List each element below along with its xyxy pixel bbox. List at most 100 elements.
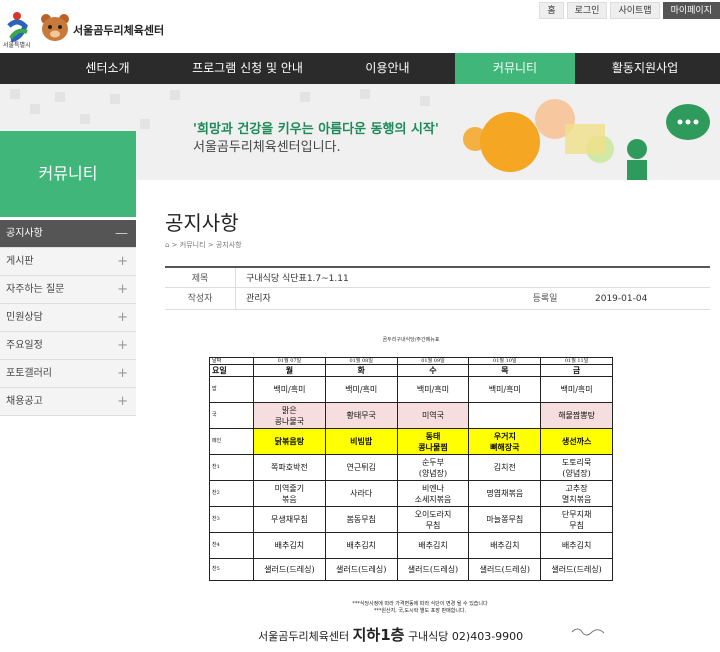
menu-row: 찬2 미역줄기 볶음 사라다 비엔나 소세지볶음 명엽채볶음 고추장 멸치볶음 (209, 480, 613, 507)
menu-cell: 미역국 (396, 402, 470, 429)
site-name: 서울곰두리체육센터 (73, 24, 165, 37)
row-label: 국 (209, 402, 254, 429)
main-nav: 센터소개 프로그램 신청 및 안내 이용안내 커뮤니티 활동지원사업 (0, 53, 720, 84)
menu-cell: 샐러드(드레싱) (540, 558, 613, 581)
menu-notes: ***식당사정에 따라 가격변동에 따라 식단이 변경 될 수 있습니다 ***… (300, 601, 540, 615)
collapse-icon: — (115, 226, 128, 241)
sidebar-item-label: 민원상담 (6, 312, 43, 323)
menu-cell: 연근튀김 (324, 454, 398, 481)
utility-nav: 홈 로그인 사이트맵 마이페이지 (539, 2, 720, 19)
sidebar-item-label: 공지사항 (6, 228, 43, 239)
post-subject: 구내식당 식단표1.7~1.11 (235, 268, 349, 290)
menu-cell: 봄동무침 (324, 506, 398, 533)
sidebar-item-schedule[interactable]: 주요일정 + (0, 332, 136, 360)
expand-icon: + (117, 282, 128, 297)
menu-row: 밥 백미/흑미 백미/흑미 백미/흑미 백미/흑미 백미/흑미 (209, 376, 613, 403)
sidebar-item-label: 채용공고 (6, 396, 43, 407)
menu-cell: 샐러드(드레싱) (396, 558, 470, 581)
menu-row: 메인 닭볶음탕 비빔밥 동태 콩나물찜 우거지 뼈해장국 생선까스 (209, 428, 613, 455)
nav-program[interactable]: 프로그램 신청 및 안내 (175, 53, 320, 84)
menu-cell: 명엽채볶음 (468, 480, 542, 507)
menu-cell: 백미/흑미 (540, 376, 613, 403)
post-author: 관리자 (235, 288, 271, 310)
menu-row: 찬5 샐러드(드레싱) 샐러드(드레싱) 샐러드(드레싱) 샐러드(드레싱) 샐러드(드레… (209, 558, 613, 581)
day-row: 요일 월 화 수 목 금 (209, 364, 613, 377)
menu-cell: 비엔나 소세지볶음 (396, 480, 470, 507)
date-label: 등록일 (532, 294, 558, 304)
row-label: 밥 (209, 376, 254, 403)
day-cell: 금 (540, 364, 613, 377)
menu-cell: 닭볶음탕 (253, 428, 326, 455)
signature-mark (571, 628, 605, 636)
sidebar-item-label: 자주하는 질문 (6, 284, 65, 295)
weekly-menu-table: 날짜 01월 07일 01월 08일 01월 09일 01월 10일 01월 11일 요일 월… (209, 357, 613, 581)
post-meta-row: 작성자 관리자 등록일 2019-01-04 (165, 288, 710, 310)
menu-cell: 샐러드(드레싱) (253, 558, 326, 581)
sidebar-item-complaint[interactable]: 민원상담 + (0, 304, 136, 332)
row-label: 메인 (209, 428, 254, 455)
cafeteria-info: 서울곰두리체육센터 지하1층 구내식당 02)403-9900 (258, 624, 523, 645)
date-cell: 01월 10일 (468, 357, 542, 365)
sidebar-item-notice[interactable]: 공지사항 — (0, 220, 136, 248)
nav-usage-guide[interactable]: 이용안내 (320, 53, 455, 84)
sidebar-item-gallery[interactable]: 포토갤러리 + (0, 360, 136, 388)
day-cell: 월 (253, 364, 326, 377)
nav-community[interactable]: 커뮤니티 (455, 53, 575, 84)
menu-cell: 배추김치 (540, 532, 613, 559)
row-label: 찬5 (209, 558, 254, 581)
menu-caption: 곰두리구내식당/주간메뉴표 (382, 337, 440, 343)
expand-icon: + (117, 254, 128, 269)
row-label: 찬2 (209, 480, 254, 507)
sidebar-item-faq[interactable]: 자주하는 질문 + (0, 276, 136, 304)
menu-cell: 비빔밥 (324, 428, 398, 455)
section-title: 커뮤니티 (0, 131, 136, 217)
nav-support-business[interactable]: 활동지원사업 (575, 53, 715, 84)
subject-label: 제목 (191, 274, 209, 284)
expand-icon: + (117, 310, 128, 325)
row-label: 찬1 (209, 454, 254, 481)
sidebar-item-label: 게시판 (6, 256, 34, 267)
banner-subtitle: 서울곰두리체육센터입니다. (193, 140, 341, 155)
menu-row: 찬4 배추김치 배추김치 배추김치 배추김치 배추김치 (209, 532, 613, 559)
row-label: 요일 (209, 364, 254, 377)
menu-cell: 백미/흑미 (468, 376, 542, 403)
day-cell: 목 (468, 364, 542, 377)
row-label: 찬3 (209, 506, 254, 533)
menu-cell: 고추장 멸치볶음 (540, 480, 613, 507)
sidebar-item-board[interactable]: 게시판 + (0, 248, 136, 276)
menu-cell: 배추김치 (324, 532, 398, 559)
row-label: 날짜 (209, 357, 254, 365)
login-link[interactable]: 로그인 (566, 2, 608, 19)
date-cell: 01월 09일 (396, 357, 470, 365)
menu-cell: 김치전 (468, 454, 542, 481)
menu-cell: 배추김치 (396, 532, 470, 559)
post-subject-row: 제목 구내식당 식단표1.7~1.11 (165, 266, 710, 290)
post-info: 제목 구내식당 식단표1.7~1.11 작성자 관리자 등록일 2019-01-… (165, 266, 710, 310)
menu-note: ***원산지, 국,도시락 별도 포장 판매합니다. (373, 608, 467, 614)
sidebar-item-recruit[interactable]: 채용공고 + (0, 388, 136, 416)
row-label: 찬4 (209, 532, 254, 559)
menu-cell: 해물짬뽕탕 (540, 402, 613, 429)
menu-cell: 마늘쫑무침 (468, 506, 542, 533)
menu-cell: 도토리묵 (양념장) (540, 454, 613, 481)
menu-row: 찬3 무생채무침 봄동무침 오이도라지 무침 마늘쫑무침 단무지채 무침 (209, 506, 613, 533)
nav-center-intro[interactable]: 센터소개 (40, 53, 175, 84)
menu-cell: 미역줄기 볶음 (253, 480, 326, 507)
menu-cell: 무생채무침 (253, 506, 326, 533)
menu-cell (468, 402, 542, 429)
menu-cell: 샐러드(드레싱) (324, 558, 398, 581)
home-link[interactable]: 홈 (539, 2, 564, 19)
day-cell: 수 (396, 364, 470, 377)
menu-cell: 황태무국 (324, 402, 398, 429)
footer-floor: 지하1층 (352, 626, 405, 644)
site-logo[interactable]: 서울곰두리체육센터 서울특별시 (3, 8, 168, 50)
day-cell: 화 (324, 364, 398, 377)
sitemap-link[interactable]: 사이트맵 (610, 2, 660, 19)
footer-center-name: 서울곰두리체육센터 (258, 630, 350, 643)
expand-icon: + (117, 338, 128, 353)
menu-row: 찬1 쪽파호박전 연근튀김 순두부 (양념장) 김치전 도토리묵 (양념장) (209, 454, 613, 481)
menu-cell: 맑은 콩나물국 (253, 402, 326, 429)
menu-row: 국 맑은 콩나물국 황태무국 미역국 해물짬뽕탕 (209, 402, 613, 429)
mypage-link[interactable]: 마이페이지 (662, 2, 720, 19)
page-title: 공지사항 (165, 211, 239, 235)
